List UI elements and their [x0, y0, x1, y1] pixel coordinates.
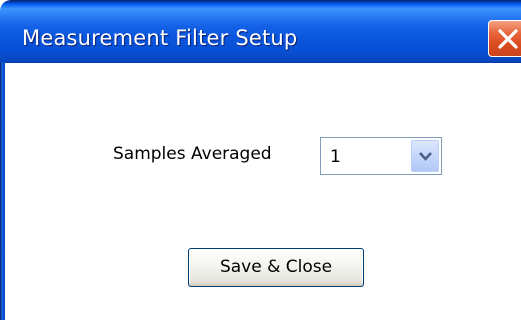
dialog-window: Measurement Filter Setup Samples Average… [0, 0, 521, 320]
close-button[interactable] [488, 20, 521, 57]
samples-averaged-label: Samples Averaged [113, 144, 272, 164]
close-icon [498, 29, 518, 49]
samples-averaged-select[interactable]: 1 [320, 137, 442, 175]
window-title: Measurement Filter Setup [22, 26, 298, 50]
save-close-button[interactable]: Save & Close [188, 248, 364, 287]
chevron-down-icon [419, 152, 432, 161]
title-bar[interactable]: Measurement Filter Setup [0, 0, 521, 63]
dropdown-button[interactable] [411, 140, 439, 172]
samples-averaged-value: 1 [330, 147, 341, 167]
